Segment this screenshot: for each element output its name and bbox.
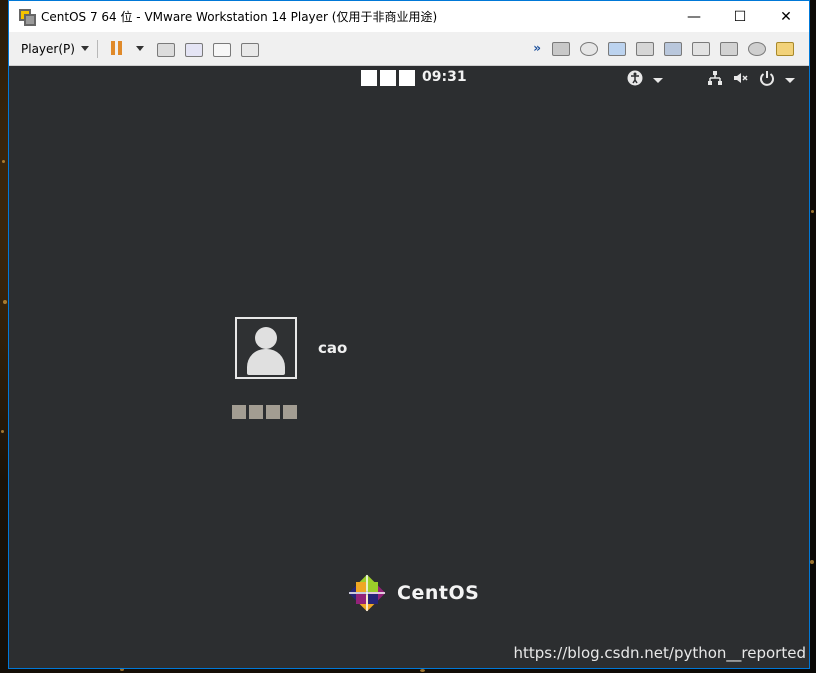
guest-login-screen[interactable]: 09:31 cao CentOS — [9, 66, 809, 668]
wallpaper-spark — [3, 300, 7, 304]
avatar[interactable] — [235, 317, 297, 379]
more-icon[interactable]: » — [533, 41, 541, 55]
message-log-icon[interactable] — [776, 40, 794, 56]
chevron-down-icon — [80, 46, 89, 51]
minimize-button[interactable]: — — [671, 1, 717, 32]
user-name-label[interactable]: cao — [318, 339, 347, 357]
network-adapter-icon[interactable] — [608, 40, 626, 56]
system-menu-chevron-icon[interactable] — [785, 77, 795, 83]
missing-glyph-box — [380, 70, 396, 86]
missing-glyph-box — [361, 70, 377, 86]
user-icon — [255, 327, 277, 349]
wallpaper-spark — [1, 430, 4, 433]
loading-indicator — [232, 405, 297, 419]
toolbar-separator — [96, 39, 98, 58]
power-icon[interactable] — [759, 70, 775, 90]
centos-brand: CentOS — [345, 571, 479, 615]
sound-card-icon[interactable] — [664, 40, 682, 56]
player-menu-button[interactable]: Player(P) — [21, 42, 89, 56]
vmware-app-icon — [19, 8, 36, 26]
no-scale-icon[interactable] — [240, 41, 259, 57]
csdn-watermark: https://blog.csdn.net/python__reported — [513, 644, 807, 662]
missing-glyph-box — [399, 70, 415, 86]
floppy-icon[interactable] — [720, 40, 738, 56]
printer-icon[interactable] — [636, 40, 654, 56]
player-menu-label: Player(P) — [21, 41, 75, 56]
gnome-top-bar: 09:31 — [9, 66, 809, 92]
cd-dvd-icon[interactable] — [580, 40, 598, 56]
minimize-icon: — — [687, 8, 701, 25]
send-ctrl-alt-del-icon[interactable] — [156, 41, 175, 57]
accessibility-menu-chevron-icon[interactable] — [653, 77, 663, 83]
close-button[interactable]: ✕ — [763, 1, 809, 32]
wallpaper-spark — [810, 560, 814, 564]
pause-icon[interactable] — [110, 40, 129, 57]
wallpaper-spark — [2, 160, 5, 163]
vmware-player-window: CentOS 7 64 位 - VMware Workstation 14 Pl… — [8, 0, 810, 669]
wallpaper-spark — [420, 669, 425, 672]
centos-wordmark: CentOS — [397, 582, 480, 604]
unity-icon[interactable] — [184, 41, 203, 57]
maximize-button[interactable]: ☐ — [717, 1, 763, 32]
hard-disk-icon[interactable] — [552, 40, 570, 56]
system-status-area — [627, 70, 795, 90]
title-bar[interactable]: CentOS 7 64 位 - VMware Workstation 14 Pl… — [9, 1, 809, 32]
date-glyph-placeholders — [361, 70, 415, 86]
wallpaper-spark — [811, 210, 814, 213]
camera-icon[interactable] — [748, 40, 766, 56]
player-toolbar: Player(P) » — [9, 32, 809, 66]
clock[interactable]: 09:31 — [422, 69, 467, 85]
close-icon: ✕ — [780, 8, 792, 25]
usb-icon[interactable] — [692, 40, 710, 56]
volume-muted-icon[interactable] — [733, 70, 749, 90]
maximize-icon: ☐ — [733, 8, 747, 25]
window-title: CentOS 7 64 位 - VMware Workstation 14 Pl… — [41, 10, 438, 24]
centos-logo-icon — [348, 574, 386, 612]
accessibility-icon[interactable] — [627, 70, 643, 90]
network-icon[interactable] — [707, 70, 723, 90]
fullscreen-icon[interactable] — [212, 41, 231, 57]
pause-menu-chevron-icon[interactable] — [135, 46, 144, 51]
